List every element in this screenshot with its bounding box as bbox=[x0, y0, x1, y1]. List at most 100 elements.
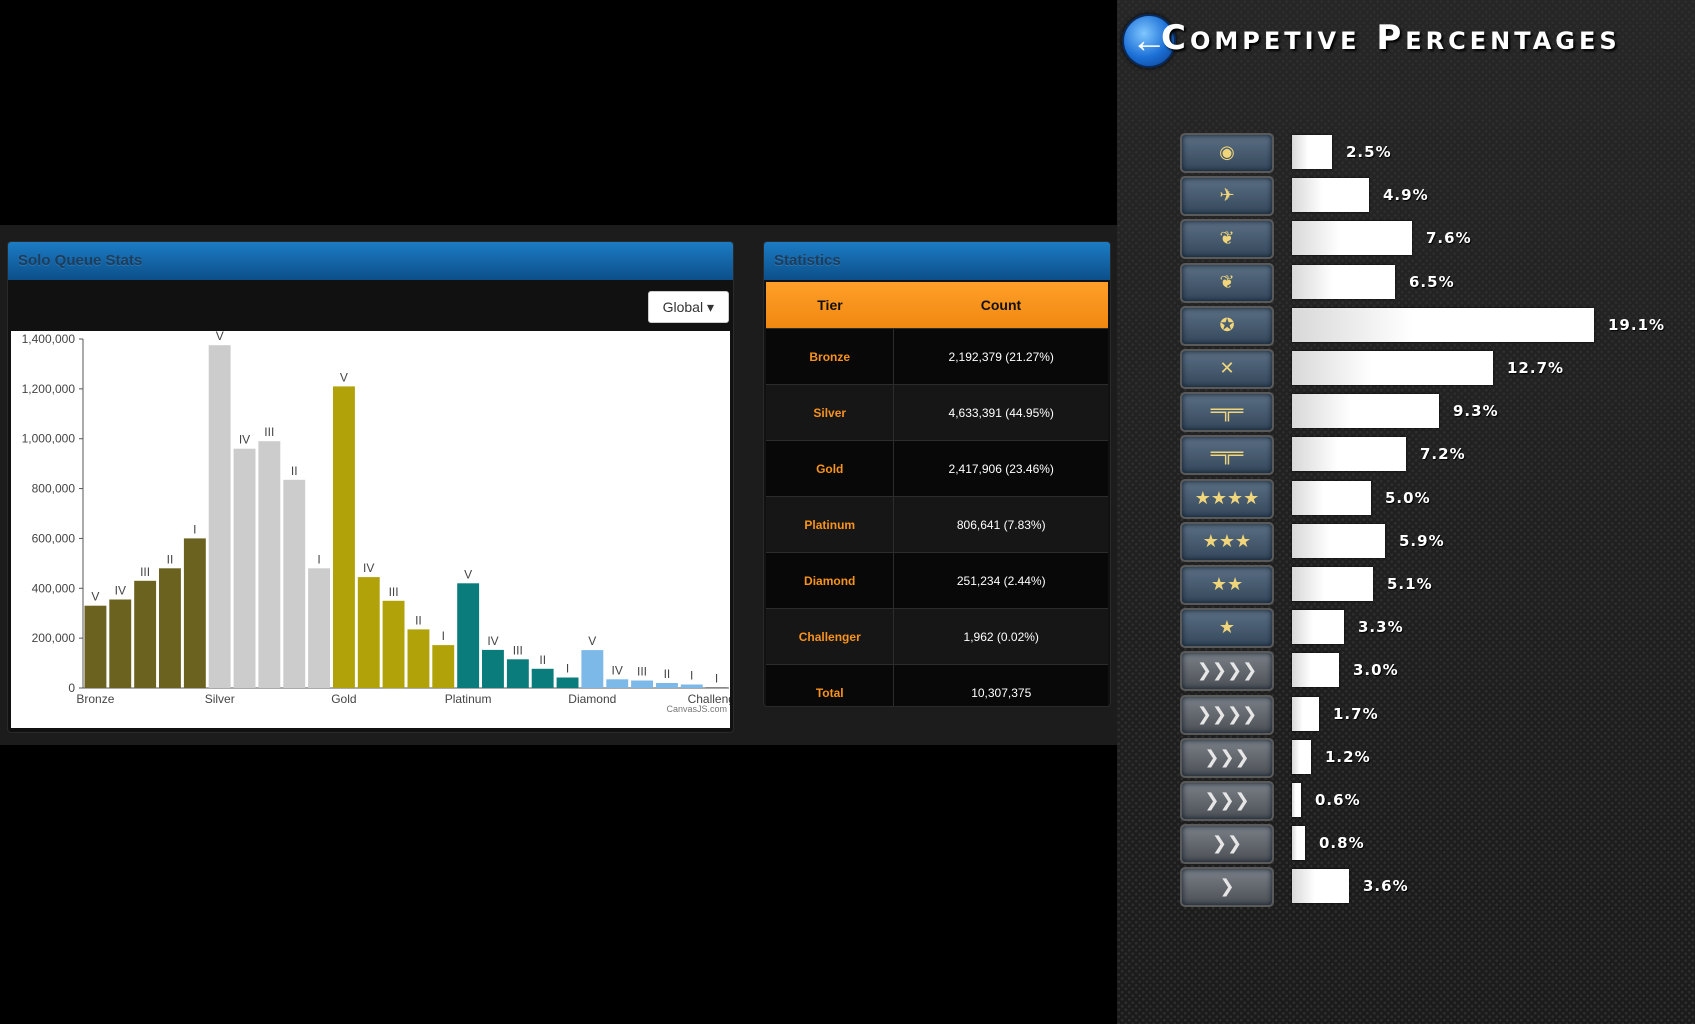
percentage-label: 4.9% bbox=[1383, 186, 1429, 204]
region-dropdown-button[interactable]: Global ▾ bbox=[647, 291, 729, 323]
bar-division-label: III bbox=[264, 425, 274, 439]
tier-cell: Challenger bbox=[766, 608, 895, 665]
four-stars-icon: ★★★★ bbox=[1180, 479, 1274, 519]
percentage-bar bbox=[1292, 653, 1339, 687]
bar-division-label: III bbox=[637, 665, 647, 679]
chart-bar bbox=[84, 605, 107, 688]
percentage-bar bbox=[1292, 697, 1319, 731]
chart-bar bbox=[457, 583, 480, 688]
bar-division-label: I bbox=[193, 522, 196, 536]
y-tick-label: 400,000 bbox=[32, 581, 76, 595]
percentage-bar bbox=[1292, 394, 1439, 428]
x-tier-label: Diamond bbox=[568, 692, 616, 706]
competitive-percentages-panel: ← Competive Percentages ◉ 2.5% ✈ 4.9% ❦ 7.6% ❦… bbox=[1117, 0, 1695, 1024]
bar-division-label: II bbox=[664, 667, 671, 681]
table-row: Challenger 1,962 (0.02%) bbox=[766, 608, 1108, 665]
globe-icon: ◉ bbox=[1180, 133, 1274, 173]
chart-bar bbox=[134, 580, 157, 688]
percentage-label: 19.1% bbox=[1608, 316, 1666, 334]
tier-cell: Gold bbox=[766, 440, 895, 497]
bar-division-label: IV bbox=[239, 433, 250, 447]
tier-cell: Silver bbox=[766, 384, 895, 441]
chart-bar bbox=[606, 679, 629, 688]
percentage-bar bbox=[1292, 783, 1301, 817]
solo-queue-panel: Solo Queue Stats Global ▾ 0 200,000 400,00… bbox=[7, 241, 734, 733]
bar-division-label: I bbox=[317, 552, 320, 566]
y-tick-label: 1,400,000 bbox=[22, 332, 76, 346]
three-stars-icon: ★★★ bbox=[1180, 522, 1274, 562]
solo-queue-chart: 0 200,000 400,000 600,000 800,000 1,000,000 1,… bbox=[22, 331, 730, 714]
chart-watermark: CanvasJS.com bbox=[666, 704, 727, 714]
chart-bar bbox=[631, 680, 653, 688]
y-tick-label: 0 bbox=[68, 681, 75, 695]
tier-cell: Platinum bbox=[766, 496, 895, 553]
bar-division-label: IV bbox=[363, 561, 374, 575]
table-row: Platinum 806,641 (7.83%) bbox=[766, 496, 1108, 553]
chart-bar bbox=[531, 668, 554, 688]
bar-division-label: II bbox=[167, 552, 174, 566]
bar-division-label: V bbox=[340, 370, 348, 384]
bar-division-label: II bbox=[415, 613, 422, 627]
star-emblem-icon: ✪ bbox=[1180, 306, 1274, 346]
bar-division-label: V bbox=[588, 634, 596, 648]
bar-division-label: IV bbox=[115, 584, 126, 598]
crossed-rifles-icon: ✕ bbox=[1180, 349, 1274, 389]
statistics-panel-title: Statistics bbox=[764, 242, 1110, 280]
chart-bar bbox=[183, 538, 206, 688]
statistics-panel: Statistics Tier Count Bronze 2,192,379 (… bbox=[763, 241, 1111, 707]
winged-emblem-icon: ✈ bbox=[1180, 176, 1274, 216]
percentage-label: 7.6% bbox=[1426, 229, 1472, 247]
header-tier: Tier bbox=[766, 282, 894, 329]
chevrons-six-icon: ❯❯❯❯ bbox=[1180, 651, 1274, 691]
percentage-bar bbox=[1292, 265, 1395, 299]
statistics-table: Tier Count Bronze 2,192,379 (21.27%) Sil… bbox=[766, 282, 1108, 706]
bar-division-label: I bbox=[566, 662, 569, 676]
chart-bar bbox=[109, 599, 132, 688]
bar-division-label: V bbox=[216, 331, 224, 343]
count-cell: 4,633,391 (44.95%) bbox=[893, 384, 1108, 441]
eagle-icon: ❦ bbox=[1180, 263, 1274, 303]
table-row-total: Total 10,307,375 bbox=[766, 664, 1108, 706]
chart-bar bbox=[333, 386, 355, 688]
bar-division-label: V bbox=[464, 567, 472, 581]
table-row: Diamond 251,234 (2.44%) bbox=[766, 552, 1108, 609]
chart-bar bbox=[556, 677, 579, 688]
percentage-bar bbox=[1292, 610, 1344, 644]
count-cell: 2,192,379 (21.27%) bbox=[893, 328, 1108, 385]
chevrons-three-icon: ❯❯❯ bbox=[1180, 781, 1274, 821]
count-cell: 10,307,375 bbox=[893, 664, 1108, 706]
chart-bar bbox=[680, 684, 703, 688]
percentage-bar bbox=[1292, 826, 1305, 860]
chart-bar bbox=[482, 649, 504, 688]
percentage-bar bbox=[1292, 135, 1332, 169]
statistics-header-row: Tier Count bbox=[766, 282, 1108, 329]
percentage-label: 1.2% bbox=[1325, 748, 1371, 766]
percentage-label: 7.2% bbox=[1420, 445, 1466, 463]
chart-bar bbox=[283, 479, 306, 688]
solo-queue-panel-title: Solo Queue Stats bbox=[8, 242, 733, 280]
y-tick-label: 600,000 bbox=[32, 531, 76, 545]
percentage-bar bbox=[1292, 178, 1369, 212]
percentage-bar bbox=[1292, 740, 1311, 774]
x-tier-label: Silver bbox=[205, 692, 235, 706]
rifle-laurel-icon: ═╦═ bbox=[1180, 392, 1274, 432]
percentage-label: 3.3% bbox=[1358, 618, 1404, 636]
count-cell: 2,417,906 (23.46%) bbox=[893, 440, 1108, 497]
chart-bar bbox=[432, 645, 455, 688]
x-tier-label: Platinum bbox=[445, 692, 492, 706]
percentage-bar bbox=[1292, 567, 1373, 601]
bar-division-label: I bbox=[442, 629, 445, 643]
chart-bar bbox=[357, 577, 380, 688]
percentage-label: 3.0% bbox=[1353, 661, 1399, 679]
bar-division-label: III bbox=[389, 585, 399, 599]
chart-bar bbox=[656, 683, 678, 688]
percentage-label: 0.8% bbox=[1319, 834, 1365, 852]
bar-division-label: IV bbox=[612, 663, 623, 677]
chevrons-four-icon: ❯❯❯ bbox=[1180, 738, 1274, 778]
chart-bar bbox=[258, 441, 281, 688]
chart-bar bbox=[208, 345, 231, 688]
percentage-label: 2.5% bbox=[1346, 143, 1392, 161]
y-tick-label: 800,000 bbox=[32, 482, 76, 496]
eagle-laurel-icon: ❦ bbox=[1180, 219, 1274, 259]
chart-bar bbox=[407, 629, 430, 688]
